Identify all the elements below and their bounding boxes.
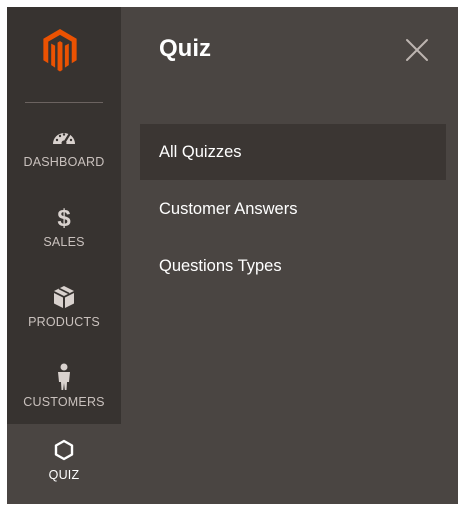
- sidebar-item-products[interactable]: PRODUCTS: [7, 271, 121, 351]
- sidebar-item-quiz[interactable]: QUIZ: [7, 424, 121, 504]
- svg-text:$: $: [57, 205, 71, 231]
- menu-item-all-quizzes[interactable]: All Quizzes: [140, 124, 446, 180]
- sidebar-item-label: CUSTOMERS: [23, 395, 105, 409]
- sidebar-item-label: SALES: [43, 235, 85, 249]
- menu-item-customer-answers[interactable]: Customer Answers: [140, 181, 446, 237]
- sidebar-item-label: PRODUCTS: [28, 315, 100, 329]
- sidebar-item-label: DASHBOARD: [23, 155, 105, 169]
- sidebar-divider: [25, 102, 103, 103]
- sidebar: DASHBOARD $ SALES PRODUCTS CUSTOMERS QUI…: [7, 7, 121, 504]
- sidebar-item-dashboard[interactable]: DASHBOARD: [7, 111, 121, 191]
- sidebar-item-sales[interactable]: $ SALES: [7, 191, 121, 271]
- admin-menu-frame: DASHBOARD $ SALES PRODUCTS CUSTOMERS QUI…: [7, 7, 458, 504]
- close-icon[interactable]: [404, 37, 430, 63]
- sidebar-item-customers[interactable]: CUSTOMERS: [7, 351, 121, 431]
- panel-title: Quiz: [159, 35, 211, 62]
- speedometer-icon: [7, 123, 121, 151]
- menu-item-questions-types[interactable]: Questions Types: [140, 238, 446, 294]
- dollar-icon: $: [7, 203, 121, 231]
- sidebar-item-label: QUIZ: [48, 468, 80, 482]
- box-icon: [7, 283, 121, 311]
- hexagon-icon: [7, 436, 121, 464]
- person-icon: [7, 363, 121, 391]
- magento-logo-icon[interactable]: [40, 27, 80, 72]
